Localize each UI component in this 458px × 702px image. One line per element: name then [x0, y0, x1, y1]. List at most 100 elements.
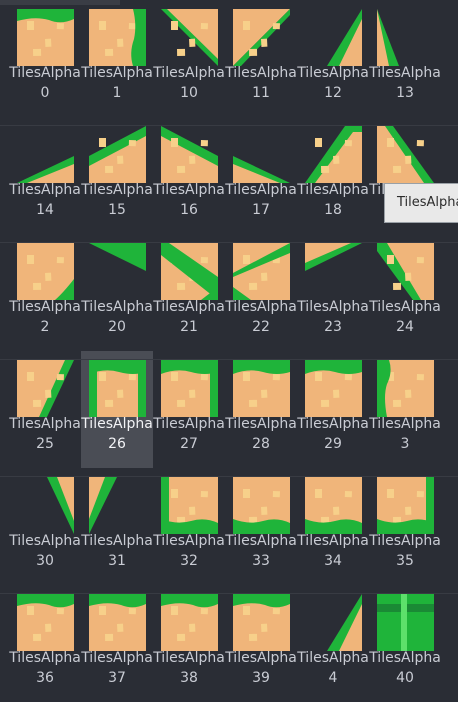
tile-thumbnail	[233, 9, 290, 66]
tile-label: TilesAlpha18	[297, 182, 369, 218]
tile-thumbnail	[305, 477, 362, 534]
tile-thumbnail	[17, 594, 74, 651]
tile-thumbnail	[233, 594, 290, 651]
tile-thumbnail	[327, 594, 362, 651]
tile-label: TilesAlpha16	[153, 182, 225, 218]
tile-item[interactable]: TilesAlpha1	[81, 0, 153, 117]
tile-item[interactable]: TilesAlpha31	[81, 468, 153, 585]
tile-item[interactable]: TilesAlpha2	[9, 234, 81, 351]
tile-label: TilesAlpha31	[81, 533, 153, 569]
tile-item[interactable]: TilesAlpha4	[297, 585, 369, 702]
tile-thumbnail	[17, 243, 74, 300]
tile-item[interactable]: TilesAlpha26	[81, 351, 153, 468]
tile-label: TilesAlpha0	[9, 65, 81, 101]
tile-thumbnail	[161, 9, 218, 66]
tile-thumbnail	[89, 360, 146, 417]
tile-thumbnail	[305, 243, 362, 271]
row-separator	[0, 359, 458, 360]
top-scroll-edge	[0, 0, 120, 5]
tile-label: TilesAlpha20	[81, 299, 153, 335]
tile-item[interactable]: TilesAlpha33	[225, 468, 297, 585]
tile-label: TilesAlpha27	[153, 416, 225, 452]
tile-thumbnail	[17, 360, 74, 417]
tile-thumbnail	[305, 360, 362, 417]
tile-thumbnail	[47, 477, 74, 534]
tile-thumbnail	[377, 360, 434, 417]
tile-item[interactable]: TilesAlpha10	[153, 0, 225, 117]
row-separator	[0, 125, 458, 126]
tile-thumbnail	[161, 360, 218, 417]
tile-label: TilesAlpha12	[297, 65, 369, 101]
tile-thumbnail	[377, 477, 434, 534]
tile-item[interactable]: TilesAlpha16	[153, 117, 225, 234]
tile-thumbnail	[305, 126, 362, 183]
tile-item[interactable]: TilesAlpha30	[9, 468, 81, 585]
tile-label: TilesAlpha36	[9, 650, 81, 686]
tile-thumbnail	[89, 477, 117, 534]
tile-label: TilesAlpha24	[369, 299, 441, 335]
tile-thumbnail	[233, 243, 290, 300]
tile-item[interactable]: TilesAlpha32	[153, 468, 225, 585]
tile-label: TilesAlpha21	[153, 299, 225, 335]
tile-item[interactable]: TilesAlpha23	[297, 234, 369, 351]
tile-item[interactable]: TilesAlpha24	[369, 234, 441, 351]
tile-thumbnail	[233, 477, 290, 534]
tile-label: TilesAlpha33	[225, 533, 297, 569]
tile-thumbnail	[161, 477, 218, 534]
tile-item[interactable]: TilesAlpha12	[297, 0, 369, 117]
file-grid: TilesAlpha0 TilesAlpha1 TilesAlpha10 TilesA…	[0, 0, 458, 686]
tile-item[interactable]: TilesAlpha11	[225, 0, 297, 117]
tile-item[interactable]: TilesAlpha28	[225, 351, 297, 468]
tile-label: TilesAlpha23	[297, 299, 369, 335]
tile-item[interactable]: TilesAlpha13	[369, 0, 441, 117]
tile-item[interactable]: TilesAlpha39	[225, 585, 297, 702]
tile-item[interactable]: TilesAlpha22	[225, 234, 297, 351]
tile-item[interactable]: TilesAlpha36	[9, 585, 81, 702]
tile-thumbnail	[377, 243, 434, 300]
tile-thumbnail	[89, 594, 146, 651]
tile-thumbnail	[161, 126, 218, 183]
tile-item[interactable]: TilesAlpha38	[153, 585, 225, 702]
tile-item[interactable]: TilesAlpha18	[297, 117, 369, 234]
tile-item[interactable]: TilesAlpha25	[9, 351, 81, 468]
tile-item[interactable]: TilesAlpha29	[297, 351, 369, 468]
tile-thumbnail	[17, 156, 74, 183]
tile-item[interactable]: TilesAlpha14	[9, 117, 81, 234]
tile-thumbnail	[377, 9, 399, 66]
tile-item[interactable]: TilesAlpha20	[81, 234, 153, 351]
tile-thumbnail	[89, 243, 146, 271]
tile-label: TilesAlpha28	[225, 416, 297, 452]
tile-label: TilesAlpha30	[9, 533, 81, 569]
tile-label: TilesAlpha37	[81, 650, 153, 686]
tile-label: TilesAlpha29	[297, 416, 369, 452]
tile-label: TilesAlpha34	[297, 533, 369, 569]
tile-label: TilesAlpha22	[225, 299, 297, 335]
tile-item[interactable]: TilesAlpha3	[369, 351, 441, 468]
tile-thumbnail	[327, 9, 362, 66]
tile-label: TilesAlpha3	[369, 416, 441, 452]
tile-thumbnail	[377, 594, 434, 651]
tile-item[interactable]: TilesAlpha40	[369, 585, 441, 702]
tile-thumbnail	[17, 9, 74, 66]
tile-label: TilesAlpha38	[153, 650, 225, 686]
tile-thumbnail	[377, 126, 434, 183]
tile-item[interactable]: TilesAlpha0	[9, 0, 81, 117]
tile-thumbnail	[89, 126, 146, 183]
tile-item[interactable]: TilesAlpha15	[81, 117, 153, 234]
tile-label: TilesAlpha26	[81, 416, 153, 452]
row-separator	[0, 593, 458, 594]
tile-label: TilesAlpha11	[225, 65, 297, 101]
tile-label: TilesAlpha13	[369, 65, 441, 101]
tile-item[interactable]: TilesAlpha21	[153, 234, 225, 351]
tile-label: TilesAlpha2	[9, 299, 81, 335]
tile-thumbnail	[161, 594, 218, 651]
tile-item[interactable]: TilesAlpha34	[297, 468, 369, 585]
row-separator	[0, 476, 458, 477]
tile-thumbnail	[233, 156, 290, 183]
tile-item[interactable]: TilesAlpha17	[225, 117, 297, 234]
tile-item[interactable]: TilesAlpha35	[369, 468, 441, 585]
tile-item[interactable]: TilesAlpha37	[81, 585, 153, 702]
tile-thumbnail	[89, 9, 146, 66]
tile-item[interactable]: TilesAlpha27	[153, 351, 225, 468]
tile-thumbnail	[233, 360, 290, 417]
